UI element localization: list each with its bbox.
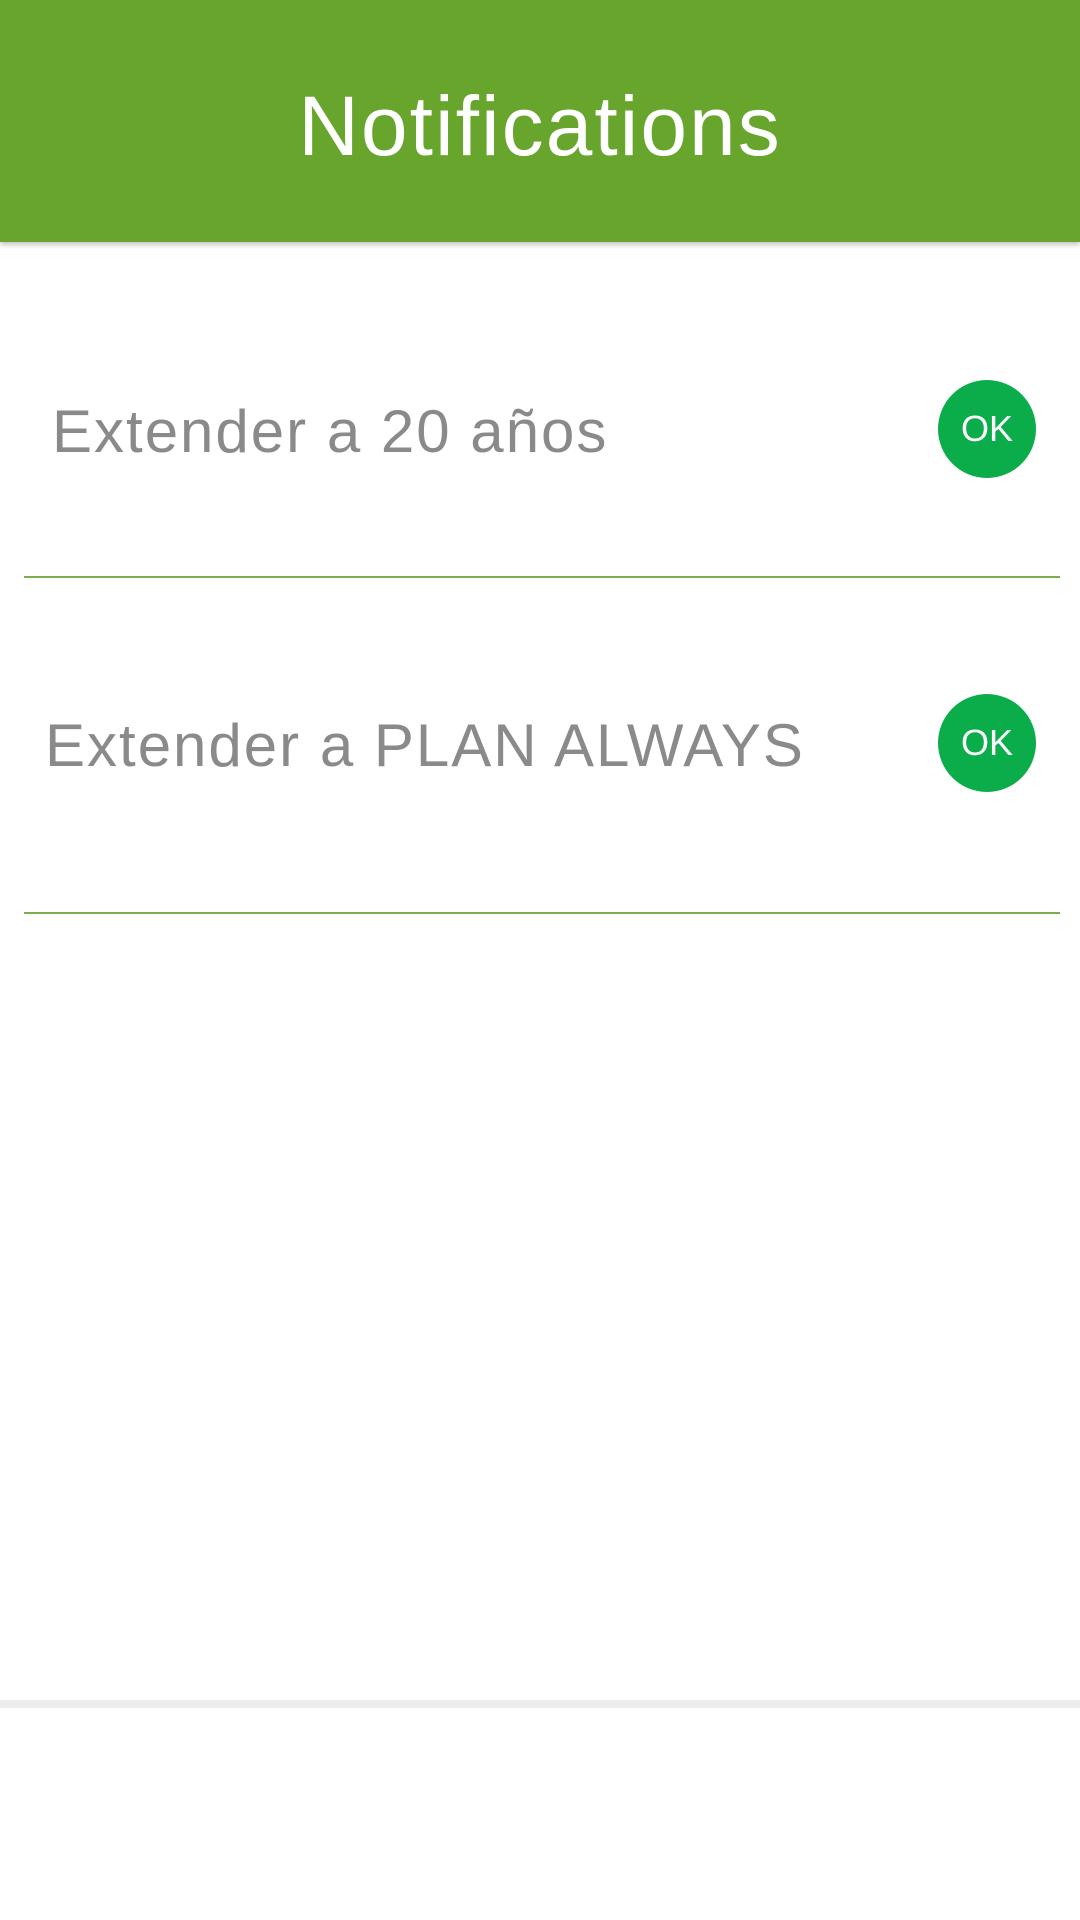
divider	[24, 912, 1060, 914]
notification-label: Extender a PLAN ALWAYS	[45, 712, 805, 779]
list-item: Extender a 20 años OK	[0, 242, 1080, 578]
ok-button[interactable]: OK	[938, 380, 1036, 478]
app-header: Notifications	[0, 0, 1080, 242]
page-title: Notifications	[298, 78, 782, 173]
notifications-screen: Notifications Extender a 20 años OK Exte…	[0, 0, 1080, 1920]
bottom-bar	[0, 1700, 1080, 1920]
list-item: Extender a PLAN ALWAYS OK	[0, 578, 1080, 914]
notification-label: Extender a 20 años	[52, 398, 609, 465]
ok-button[interactable]: OK	[938, 694, 1036, 792]
